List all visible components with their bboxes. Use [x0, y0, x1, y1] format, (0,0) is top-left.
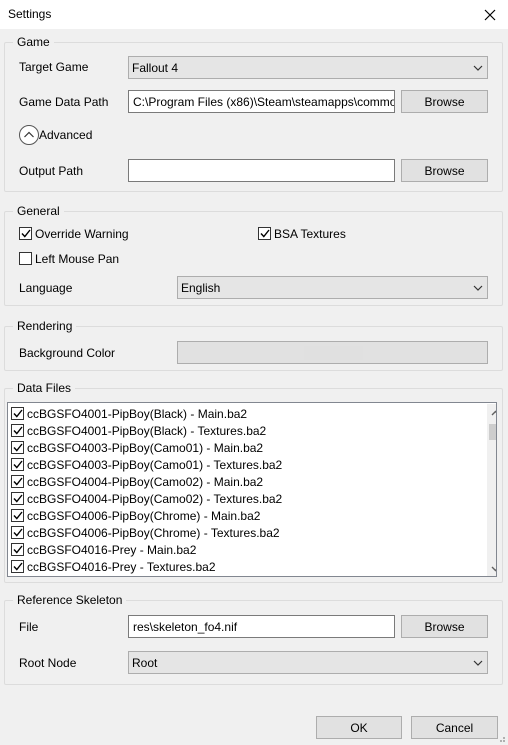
chevron-up-circle-icon — [19, 125, 39, 145]
scroll-down-button[interactable] — [487, 560, 496, 576]
list-item-check[interactable] — [11, 509, 24, 522]
target-game-select[interactable]: Fallout 4 — [128, 56, 488, 79]
check-icon — [12, 562, 23, 571]
list-item-check[interactable] — [11, 492, 24, 505]
root-node-select[interactable]: Root — [128, 651, 488, 674]
bsa-textures-check — [258, 227, 271, 240]
scroll-up-icon — [491, 410, 496, 415]
chevron-down-icon — [469, 57, 487, 78]
check-icon — [12, 528, 23, 537]
root-node-value: Root — [132, 655, 158, 670]
bsa-textures-checkbox[interactable]: BSA Textures — [258, 227, 358, 242]
output-path-field[interactable] — [128, 159, 395, 182]
data-files-list[interactable]: ccBGSFO4001-PipBoy(Black) - Main.ba2 ccBG… — [7, 402, 497, 577]
skeleton-file-field[interactable]: res\skeleton_fo4.nif — [128, 615, 395, 638]
override-warning-checkbox[interactable]: Override Warning — [19, 227, 139, 242]
check-icon — [12, 409, 23, 418]
check-icon — [12, 545, 23, 554]
check-icon — [12, 494, 23, 503]
data-path-field[interactable]: C:\Program Files (x86)\Steam\steamapps\c… — [128, 90, 395, 113]
target-game-value: Fallout 4 — [132, 60, 179, 75]
background-color-label: Background Color — [19, 346, 116, 360]
list-item-check[interactable] — [11, 543, 24, 556]
general-group-label: General — [13, 204, 64, 218]
list-item-check[interactable] — [11, 560, 24, 573]
list-item-check[interactable] — [11, 441, 24, 454]
list-item-label: ccBGSFO4001-PipBoy(Black) - Main.ba2 — [27, 406, 248, 421]
list-item[interactable]: ccBGSFO4004-PipBoy(Camo02) - Textures.ba… — [11, 490, 282, 507]
override-warning-label: Override Warning — [35, 227, 129, 241]
skeleton-file-label: File — [19, 620, 39, 634]
list-item-check[interactable] — [11, 458, 24, 471]
scroll-up-button[interactable] — [487, 404, 496, 421]
list-item-label: ccBGSFO4016-Prey - Textures.ba2 — [27, 559, 216, 574]
list-item-label: ccBGSFO4003-PipBoy(Camo01) - Textures.ba… — [27, 457, 283, 472]
language-label: Language — [19, 281, 73, 295]
check-icon — [12, 426, 23, 435]
check-icon — [259, 229, 270, 238]
close-icon — [484, 9, 496, 20]
list-item[interactable]: ccBGSFO4006-PipBoy(Chrome) - Textures.ba… — [11, 524, 280, 541]
data-files-scrollbar[interactable] — [487, 404, 496, 576]
rendering-group-label: Rendering — [13, 319, 77, 333]
chevron-down-icon — [469, 652, 487, 673]
check-icon — [12, 460, 23, 469]
list-item[interactable]: ccBGSFO4003-PipBoy(Camo01) - Textures.ba… — [11, 456, 282, 473]
check-icon — [12, 477, 23, 486]
check-icon — [12, 511, 23, 520]
list-item[interactable]: ccBGSFO4004-PipBoy(Camo02) - Main.ba2 — [11, 473, 263, 490]
data-files-group-label: Data Files — [13, 381, 76, 395]
language-select[interactable]: English — [177, 276, 488, 299]
advanced-toggle[interactable]: Advanced — [18, 124, 98, 146]
list-item-label: ccBGSFO4004-PipBoy(Camo02) - Main.ba2 — [27, 474, 264, 489]
list-item-label: ccBGSFO4003-PipBoy(Camo01) - Main.ba2 — [27, 440, 264, 455]
check-icon — [20, 229, 31, 238]
skeleton-browse-button[interactable]: Browse — [401, 615, 488, 638]
window-title: Settings — [8, 7, 52, 21]
list-item-check[interactable] — [11, 526, 24, 539]
title-bar: Settings — [0, 0, 508, 29]
list-item-label: ccBGSFO4004-PipBoy(Camo02) - Textures.ba… — [27, 491, 283, 506]
list-item[interactable]: ccBGSFO4001-PipBoy(Black) - Main.ba2 — [11, 405, 247, 422]
close-button[interactable] — [472, 0, 508, 29]
list-item-label: ccBGSFO4006-PipBoy(Chrome) - Main.ba2 — [27, 508, 261, 523]
data-path-label: Game Data Path — [19, 95, 109, 109]
scroll-down-icon — [491, 566, 496, 571]
output-path-browse-button[interactable]: Browse — [401, 159, 488, 182]
list-item[interactable]: ccBGSFO4016-Prey - Textures.ba2 — [11, 558, 216, 575]
list-item[interactable]: ccBGSFO4006-PipBoy(Chrome) - Main.ba2 — [11, 507, 260, 524]
list-item-check[interactable] — [11, 424, 24, 437]
list-item-label: ccBGSFO4006-PipBoy(Chrome) - Textures.ba… — [27, 525, 280, 540]
resize-grip-icon[interactable] — [496, 733, 506, 743]
language-value: English — [181, 280, 221, 295]
advanced-label: Advanced — [39, 128, 93, 142]
output-path-label: Output Path — [19, 164, 84, 178]
list-item-label: ccBGSFO4016-Prey - Main.ba2 — [27, 542, 197, 557]
game-group-label: Game — [13, 35, 54, 49]
root-node-label: Root Node — [19, 656, 77, 670]
cancel-button[interactable]: Cancel — [411, 716, 498, 739]
list-item-check[interactable] — [11, 475, 24, 488]
list-item-label: ccBGSFO4001-PipBoy(Black) - Textures.ba2 — [27, 423, 267, 438]
reference-skeleton-group-label: Reference Skeleton — [13, 593, 127, 607]
left-mouse-pan-checkbox[interactable]: Left Mouse Pan — [19, 252, 129, 267]
left-mouse-pan-label: Left Mouse Pan — [35, 252, 120, 266]
left-mouse-pan-check — [19, 252, 32, 265]
list-item[interactable]: ccBGSFO4016-Prey - Main.ba2 — [11, 541, 196, 558]
data-path-browse-button[interactable]: Browse — [401, 90, 488, 113]
override-warning-check — [19, 227, 32, 240]
scrollbar-thumb[interactable] — [489, 424, 496, 440]
chevron-down-icon — [469, 277, 487, 298]
list-item-check[interactable] — [11, 407, 24, 420]
check-icon — [12, 443, 23, 452]
ok-button[interactable]: OK — [316, 716, 402, 739]
list-item[interactable]: ccBGSFO4001-PipBoy(Black) - Textures.ba2 — [11, 422, 266, 439]
list-item[interactable]: ccBGSFO4003-PipBoy(Camo01) - Main.ba2 — [11, 439, 263, 456]
background-color-swatch — [304, 346, 363, 360]
bsa-textures-label: BSA Textures — [274, 227, 346, 241]
target-game-label: Target Game — [19, 60, 89, 74]
